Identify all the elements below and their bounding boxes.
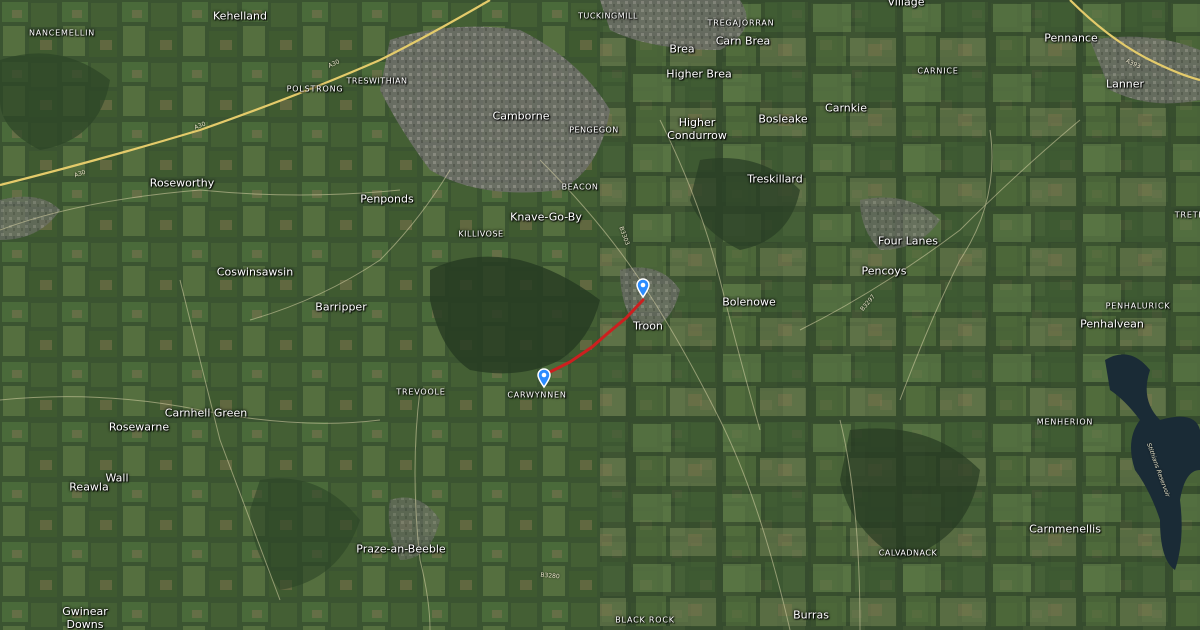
location-pin-icon (636, 278, 650, 299)
map-imagery (0, 0, 1200, 630)
satellite-map[interactable]: Kehelland NANCEMELLIN POLSTRONG TRESWITH… (0, 0, 1200, 630)
route-end-pin[interactable] (537, 368, 551, 389)
location-pin-icon (537, 368, 551, 389)
route-start-pin[interactable] (636, 278, 650, 299)
